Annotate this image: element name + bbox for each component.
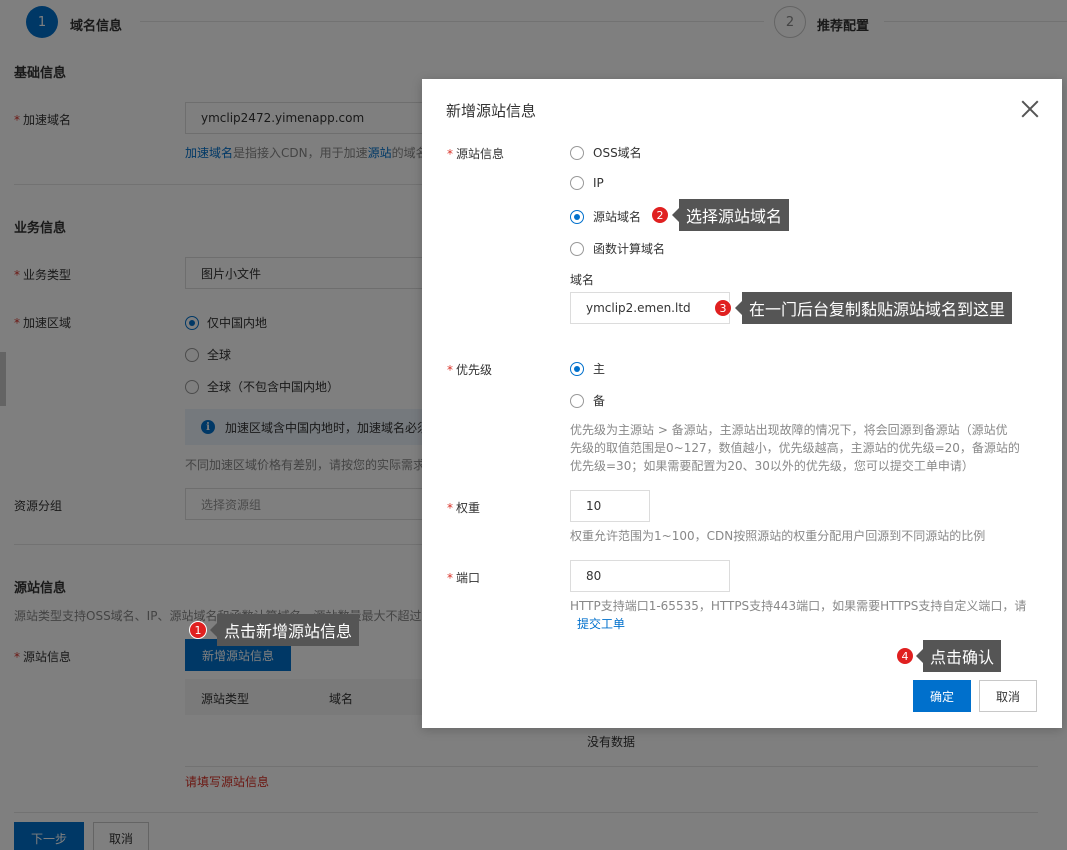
annotation-4-badge: 4	[896, 647, 914, 665]
origin-option-domain[interactable]: 源站域名	[570, 208, 641, 225]
domain-sublabel: 域名	[570, 273, 595, 287]
port-label: * 端口	[447, 571, 481, 585]
annotation-1-callout: 点击新增源站信息	[209, 614, 360, 646]
priority-option-primary[interactable]: 主	[570, 360, 605, 377]
origin-domain-input[interactable]: ymclip2.emen.ltd	[570, 292, 730, 324]
annotation-3-badge: 3	[714, 299, 732, 317]
annotation-3-callout: 在一门后台复制黏贴源站域名到这里	[734, 292, 1013, 324]
radio-unchecked[interactable]	[570, 393, 584, 408]
origin-option-ip[interactable]: IP	[570, 176, 604, 190]
radio-checked[interactable]	[570, 209, 584, 224]
radio-unchecked[interactable]	[570, 145, 584, 160]
port-input[interactable]: 80	[570, 560, 730, 592]
annotation-1-badge: 1	[189, 621, 207, 639]
weight-label: * 权重	[447, 501, 481, 515]
close-icon[interactable]	[1020, 99, 1040, 119]
origin-option-fc[interactable]: 函数计算域名	[570, 240, 665, 257]
submit-ticket-link[interactable]: 提交工单	[577, 617, 625, 631]
priority-label: * 优先级	[447, 363, 493, 377]
radio-unchecked[interactable]	[570, 176, 584, 190]
annotation-4-callout: 点击确认	[915, 640, 1002, 672]
dialog-cancel-button[interactable]: 取消	[979, 680, 1037, 712]
radio-checked[interactable]	[570, 361, 584, 376]
port-hint: HTTP支持端口1-65535，HTTPS支持443端口，如果需要HTTPS支持…	[570, 599, 1027, 631]
add-origin-dialog: 新增源站信息 * 源站信息 OSS域名 IP 源站域名 函数计算域名 域名 ymc…	[422, 79, 1062, 728]
weight-hint: 权重允许范围为1~100，CDN按照源站的权重分配用户回源到不同源站的比例	[570, 529, 986, 543]
confirm-button[interactable]: 确定	[913, 680, 971, 712]
radio-unchecked[interactable]	[570, 241, 584, 256]
dialog-title: 新增源站信息	[446, 102, 537, 120]
origin-option-oss[interactable]: OSS域名	[570, 144, 642, 161]
priority-option-backup[interactable]: 备	[570, 392, 605, 409]
annotation-2-callout: 选择源站域名	[671, 199, 790, 231]
annotation-2-badge: 2	[651, 206, 669, 224]
priority-hint: 优先级为主源站 > 备源站，主源站出现故障的情况下，将会回源到备源站（源站优 先…	[570, 423, 1020, 473]
origin-info-label: * 源站信息	[447, 147, 505, 161]
weight-input[interactable]: 10	[570, 490, 650, 522]
